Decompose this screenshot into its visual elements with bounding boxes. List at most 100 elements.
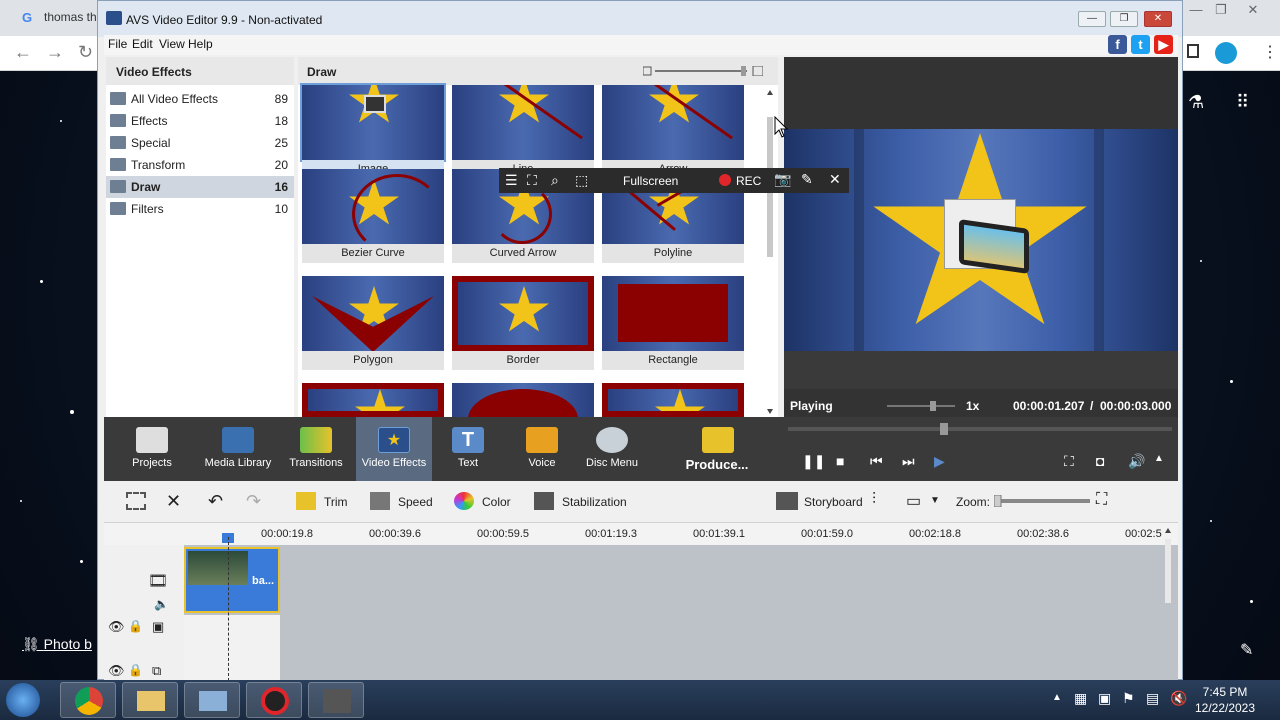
effect-image[interactable]: Image [300, 83, 446, 181]
sidepanel-icon[interactable] [1187, 44, 1199, 58]
volume-dropdown-icon[interactable]: ▲ [1154, 453, 1164, 464]
crop-icon[interactable]: ⬚ [575, 172, 588, 189]
video-effects-button[interactable]: ★ Video Effects [356, 417, 432, 481]
pencil-icon[interactable]: ✎ [1240, 640, 1253, 660]
start-button[interactable] [6, 683, 40, 717]
forward-icon[interactable]: → [46, 42, 64, 63]
back-icon[interactable]: ← [14, 42, 32, 63]
network-icon[interactable]: ▤ [1146, 690, 1159, 707]
close-icon[interactable]: ✕ [829, 171, 841, 188]
menu-help[interactable]: Help [188, 37, 213, 51]
effect-polygon[interactable]: Polygon [302, 276, 444, 372]
menu-edit[interactable]: Edit [132, 37, 153, 51]
twitter-icon[interactable]: t [1131, 35, 1150, 54]
color-button[interactable]: Color [482, 495, 511, 509]
flag-icon[interactable]: ⚑ [1122, 690, 1135, 707]
display-dropdown-icon[interactable]: ▼ [930, 495, 940, 506]
taskbar-network[interactable] [184, 682, 240, 718]
fullscreen-button[interactable]: Fullscreen [623, 174, 678, 188]
speed-button[interactable]: Speed [398, 495, 433, 509]
media-library-button[interactable]: Media Library [200, 417, 276, 481]
effect-arrow[interactable]: Arrow [602, 85, 744, 181]
split-icon[interactable] [126, 492, 146, 510]
volume-icon[interactable]: 🔊 [1128, 453, 1145, 470]
browser-tab-title[interactable]: thomas th [44, 10, 97, 24]
snapshot-icon[interactable]: ◘ [1096, 453, 1104, 469]
apps-grid-icon[interactable]: ⠿ [1236, 92, 1249, 113]
effect-bezier-curve[interactable]: Bezier Curve [302, 169, 444, 265]
mute-icon[interactable]: 🔈 [154, 597, 169, 611]
photo-credit-link[interactable]: ⛓ Photo b [22, 636, 92, 653]
browser-close-icon[interactable]: ✕ [1242, 2, 1264, 17]
category-all[interactable]: All Video Effects 89 [106, 88, 294, 110]
facebook-icon[interactable]: f [1108, 35, 1127, 54]
thumbnail-size-slider[interactable] [643, 66, 763, 76]
system-clock[interactable]: 7:45 PM 12/22/2023 [1185, 684, 1265, 716]
taskbar-recorder[interactable] [246, 682, 302, 718]
lock-icon[interactable]: 🔒 [128, 619, 143, 633]
tray-icon-1[interactable]: ▦ [1074, 690, 1087, 707]
effect-partial-1[interactable] [302, 383, 444, 417]
reload-icon[interactable]: ↻ [78, 42, 93, 63]
flask-icon[interactable]: ⚗ [1188, 92, 1204, 113]
shrink-icon[interactable]: ⛶ [527, 172, 537, 189]
taskbar-chrome[interactable] [60, 682, 116, 718]
camera-icon[interactable]: 📷 [774, 171, 791, 188]
effect-partial-3[interactable] [602, 383, 744, 417]
maximize-button[interactable]: ❐ [1110, 11, 1138, 27]
text-button[interactable]: T Text [430, 417, 506, 481]
preview-video[interactable] [784, 129, 1178, 351]
category-special[interactable]: Special 25 [106, 132, 294, 154]
menu-view[interactable]: View [159, 37, 185, 51]
redo-icon[interactable]: ↷ [246, 491, 261, 512]
next-frame-button[interactable]: ⏭ [902, 453, 915, 470]
stop-button[interactable]: ■ [836, 453, 844, 469]
trim-button[interactable]: Trim [324, 495, 348, 509]
fullscreen-icon[interactable]: ⛶ [1064, 453, 1074, 470]
browser-minimize-icon[interactable]: — [1185, 2, 1207, 17]
snapshot-play-button[interactable]: ▶ [934, 453, 945, 470]
effect-partial-2[interactable] [452, 383, 594, 417]
menu-file[interactable]: File [108, 37, 127, 51]
tray-icon-2[interactable]: ▣ [1098, 690, 1111, 707]
video-clip[interactable]: ba... [184, 547, 280, 613]
rec-button[interactable]: REC [736, 174, 761, 188]
audio-mixer-icon[interactable]: ⫶ [872, 491, 876, 509]
storyboard-button[interactable]: Storyboard [804, 495, 863, 509]
visibility-icon[interactable]: 👁 [108, 619, 125, 635]
timeline-ruler[interactable]: 00:00:19.8 00:00:39.6 00:00:59.5 00:01:1… [104, 523, 1178, 545]
taskbar-avs[interactable] [308, 682, 364, 718]
youtube-icon[interactable]: ▶ [1154, 35, 1173, 54]
category-transform[interactable]: Transform 20 [106, 154, 294, 176]
tray-expand-icon[interactable]: ▲ [1052, 692, 1062, 703]
previous-frame-button[interactable]: ⏮ [870, 453, 883, 470]
seek-bar[interactable] [788, 423, 1172, 435]
effect-rectangle[interactable]: Rectangle [602, 276, 744, 372]
speed-slider[interactable] [887, 401, 955, 411]
zoom-slider[interactable] [994, 495, 1090, 507]
category-draw[interactable]: Draw 16 [106, 176, 294, 198]
disc-menu-button[interactable]: Disc Menu [574, 417, 650, 481]
pen-icon[interactable]: ✎ [801, 171, 813, 188]
produce-button[interactable]: Produce... [672, 417, 762, 481]
taskbar-explorer[interactable] [122, 682, 178, 718]
fit-timeline-icon[interactable]: ⛶ [1096, 491, 1107, 509]
extension-icon[interactable] [1215, 42, 1237, 64]
projects-button[interactable]: Projects [114, 417, 190, 481]
minimize-button[interactable]: — [1078, 11, 1106, 27]
category-effects[interactable]: Effects 18 [106, 110, 294, 132]
effect-line[interactable]: Line [452, 85, 594, 181]
more-icon[interactable]: ⋮ [1262, 42, 1278, 62]
lock-icon[interactable]: 🔒 [128, 663, 143, 677]
transitions-button[interactable]: Transitions [278, 417, 354, 481]
display-icon[interactable]: ▭ [906, 491, 921, 511]
pause-button[interactable]: ❚❚ [802, 453, 825, 470]
voice-button[interactable]: Voice [504, 417, 580, 481]
undo-icon[interactable]: ↶ [208, 491, 223, 512]
visibility-icon[interactable]: 👁 [108, 663, 125, 679]
timeline-scrollbar[interactable] [1162, 525, 1174, 677]
stabilization-button[interactable]: Stabilization [562, 495, 627, 509]
close-button[interactable]: ✕ [1144, 11, 1172, 27]
browser-restore-icon[interactable]: ❐ [1210, 2, 1232, 17]
category-filters[interactable]: Filters 10 [106, 198, 294, 220]
